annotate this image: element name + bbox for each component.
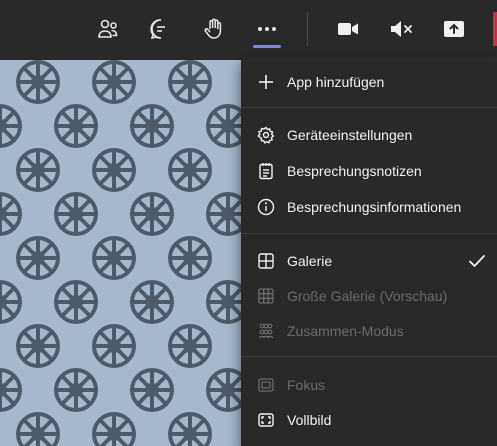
menu-item-large-gallery: Große Galerie (Vorschau) xyxy=(241,279,497,313)
toolbar-divider xyxy=(307,12,308,46)
more-options-icon xyxy=(258,27,276,31)
chat-icon xyxy=(150,19,165,40)
notes-icon xyxy=(257,162,275,180)
gear-icon xyxy=(257,126,275,144)
menu-item-label: Große Galerie (Vorschau) xyxy=(287,288,448,304)
menu-item-label: Besprechungsinformationen xyxy=(287,199,462,215)
gallery-icon xyxy=(257,252,275,270)
menu-separator xyxy=(241,233,497,234)
camera-icon xyxy=(338,23,358,35)
menu-item-label: Besprechungsnotizen xyxy=(287,163,422,179)
menu-item-label: Vollbild xyxy=(287,412,332,428)
menu-separator xyxy=(241,107,497,108)
focus-icon xyxy=(257,376,275,394)
chat-button[interactable] xyxy=(143,12,179,46)
menu-item-label: Zusammen-Modus xyxy=(287,323,404,339)
share-tray-accent xyxy=(493,12,497,46)
menu-separator xyxy=(241,356,497,357)
info-icon xyxy=(257,198,275,216)
menu-item-meeting-notes[interactable]: Besprechungsnotizen xyxy=(241,154,497,188)
together-mode-icon xyxy=(257,322,275,340)
mute-button[interactable] xyxy=(383,12,419,46)
raise-hand-button[interactable] xyxy=(196,12,232,46)
menu-item-add-app[interactable]: App hinzufügen xyxy=(241,65,497,99)
menu-item-fullscreen[interactable]: Vollbild xyxy=(241,403,497,437)
more-options-menu: App hinzufügen Geräteeinstellungen Bespr… xyxy=(241,57,497,446)
menu-item-device-settings[interactable]: Geräteeinstellungen xyxy=(241,118,497,152)
fullscreen-icon xyxy=(257,411,275,429)
mic-muted-icon xyxy=(391,21,412,37)
more-options-button[interactable] xyxy=(249,12,285,48)
camera-button[interactable] xyxy=(330,12,366,46)
checkmark-icon xyxy=(467,251,487,271)
menu-item-meeting-info[interactable]: Besprechungsinformationen xyxy=(241,190,497,224)
participants-button[interactable] xyxy=(90,12,126,46)
plus-icon xyxy=(257,73,275,91)
menu-item-focus: Fokus xyxy=(241,368,497,402)
large-gallery-icon xyxy=(257,287,275,305)
menu-item-label: App hinzufügen xyxy=(287,74,385,90)
menu-item-gallery[interactable]: Galerie xyxy=(241,244,497,278)
share-screen-icon xyxy=(444,21,464,37)
menu-item-label: Geräteeinstellungen xyxy=(287,127,413,143)
people-icon xyxy=(98,19,118,38)
menu-item-label: Fokus xyxy=(287,377,326,393)
raise-hand-icon xyxy=(204,18,222,39)
share-screen-button[interactable] xyxy=(436,12,472,46)
menu-item-together-mode: Zusammen-Modus xyxy=(241,314,497,348)
menu-item-label: Galerie xyxy=(287,253,333,269)
meeting-toolbar xyxy=(0,0,497,60)
